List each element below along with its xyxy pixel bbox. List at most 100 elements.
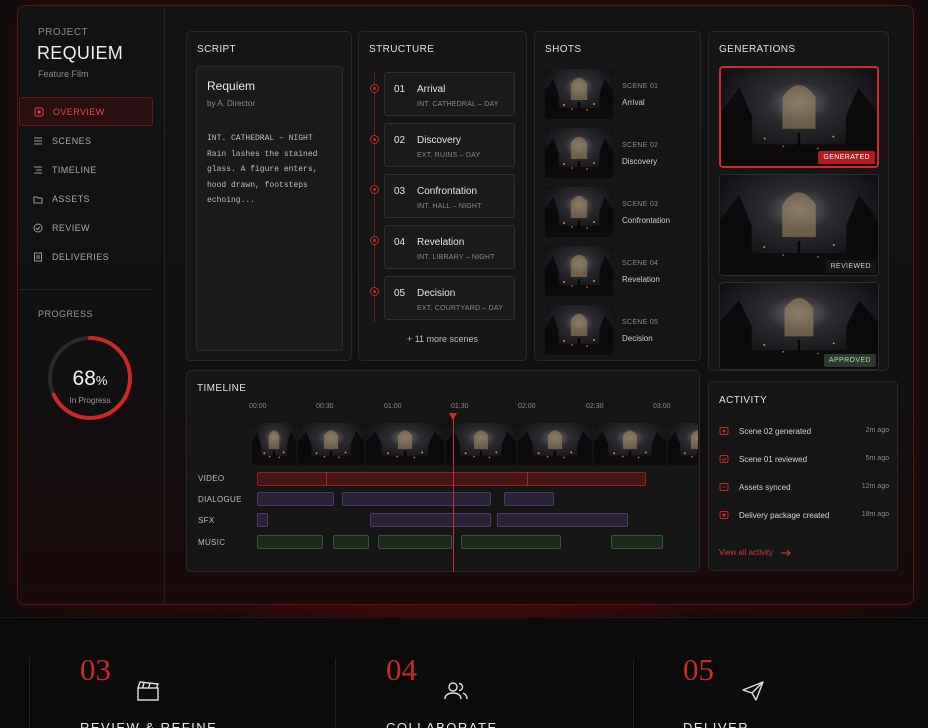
timeline-title: TIMELINE <box>197 383 247 394</box>
scene-location: INT. HALL – NIGHT <box>417 203 482 210</box>
shots-title: SHOTS <box>545 44 582 55</box>
scene-name: Decision <box>417 288 456 299</box>
scene-number: 02 <box>394 135 406 146</box>
scene-number: 05 <box>394 288 406 299</box>
cathedral-art <box>545 69 613 119</box>
link-label: View all activity <box>719 548 774 557</box>
shot-scene: SCENE 03 <box>622 201 659 208</box>
playhead-handle[interactable] <box>449 413 457 420</box>
more-scenes-link[interactable]: + 11 more scenes <box>359 334 526 344</box>
scene-card-05[interactable]: 05 Decision EXT. COURTYARD – DAY <box>384 276 515 320</box>
sidebar-item-overview[interactable]: OVERVIEW <box>19 97 153 126</box>
timeline-icon <box>33 165 43 175</box>
cathedral-art <box>518 423 592 465</box>
script-card[interactable]: Requiem by A. Director INT. CATHEDRAL – … <box>196 66 343 351</box>
assets-icon <box>33 194 43 204</box>
dialogue-clip[interactable] <box>257 492 334 506</box>
generation-card-1[interactable]: GENERATED <box>719 66 879 168</box>
sidebar-item-scenes[interactable]: SCENES <box>19 126 153 155</box>
cathedral-art <box>668 423 698 465</box>
shot-item[interactable]: SCENE 04 Revelation <box>545 246 703 298</box>
divider <box>335 658 336 728</box>
scene-marker <box>370 135 379 144</box>
script-line: echoing... <box>207 196 256 205</box>
scene-card-02[interactable]: 02 Discovery EXT. RUINS – DAY <box>384 123 515 167</box>
activity-item[interactable]: Scene 02 generated 2m ago <box>719 425 889 441</box>
scene-card-03[interactable]: 03 Confrontation INT. HALL – NIGHT <box>384 174 515 218</box>
scene-card-04[interactable]: 04 Revelation INT. LIBRARY – NIGHT <box>384 225 515 269</box>
shot-name: Decision <box>622 334 653 343</box>
filmstrip-frame <box>252 423 296 465</box>
sidebar-item-label: DELIVERIES <box>52 251 110 262</box>
progress-unit: % <box>95 373 108 388</box>
music-clip[interactable] <box>611 535 663 549</box>
playhead[interactable] <box>453 416 454 572</box>
music-clip[interactable] <box>461 535 561 549</box>
filmstrip-frame <box>446 423 516 465</box>
filmstrip[interactable] <box>252 423 698 465</box>
app-stage: PROJECT REQUIEM Feature Film OVERVIEW SC… <box>0 0 928 728</box>
sidebar-item-assets[interactable]: ASSETS <box>19 184 153 213</box>
cathedral-art <box>366 423 444 465</box>
sidebar-item-timeline[interactable]: TIMELINE <box>19 155 153 184</box>
scene-card-01[interactable]: 01 Arrival INT. CATHEDRAL – DAY <box>384 72 515 116</box>
scene-number: 04 <box>394 237 406 248</box>
dialogue-clip[interactable] <box>342 492 491 506</box>
time-tick: 02:00 <box>518 403 536 410</box>
sfx-clip[interactable] <box>370 513 491 527</box>
sfx-clip[interactable] <box>257 513 268 527</box>
shot-thumbnail <box>545 305 613 355</box>
activity-text: Assets synced <box>739 483 791 492</box>
shot-item[interactable]: SCENE 05 Decision <box>545 305 703 357</box>
status-badge: REVIEWED <box>825 260 876 273</box>
script-line: INT. CATHEDRAL – NIGHT <box>207 134 313 143</box>
scene-name: Discovery <box>417 135 461 146</box>
activity-item[interactable]: Scene 01 reviewed 5m ago <box>719 453 889 469</box>
scene-marker <box>370 84 379 93</box>
shot-thumbnail <box>545 69 613 119</box>
shot-thumbnail <box>545 187 613 237</box>
shot-item[interactable]: SCENE 03 Confrontation <box>545 187 703 239</box>
progress-label: PROGRESS <box>38 309 94 319</box>
scenes-icon <box>33 136 43 146</box>
time-tick: 00:00 <box>249 403 267 410</box>
music-clip[interactable] <box>333 535 369 549</box>
shot-scene: SCENE 01 <box>622 83 659 90</box>
sfx-clip[interactable] <box>497 513 628 527</box>
review-icon <box>719 455 729 463</box>
time-tick: 01:30 <box>451 403 469 410</box>
track-label-dialogue: DIALOGUE <box>198 495 242 504</box>
generation-card-3[interactable]: APPROVED <box>719 282 879 370</box>
script-line: Rain lashes the stained <box>207 149 318 159</box>
script-doc-title: Requiem <box>207 79 256 93</box>
divider <box>29 658 30 728</box>
shot-item[interactable]: SCENE 01 Arrival <box>545 69 703 121</box>
sidebar-item-review[interactable]: REVIEW <box>19 213 153 242</box>
scene-number: 01 <box>394 84 406 95</box>
activity-item[interactable]: Assets synced 12m ago <box>719 481 889 497</box>
sidebar-item-label: ASSETS <box>52 193 90 204</box>
sidebar-item-deliveries[interactable]: DELIVERIES <box>19 242 153 271</box>
filmstrip-frame <box>366 423 444 465</box>
cathedral-art <box>545 187 613 237</box>
filmstrip-frame <box>518 423 592 465</box>
music-clip[interactable] <box>257 535 323 549</box>
music-clip[interactable] <box>378 535 452 549</box>
view-all-activity-link[interactable]: View all activity <box>719 548 792 557</box>
activity-item[interactable]: Delivery package created 18m ago <box>719 509 889 525</box>
structure-rail <box>374 72 375 322</box>
generations-title: GENERATIONS <box>719 44 796 55</box>
sync-icon <box>719 483 729 491</box>
shot-item[interactable]: SCENE 02 Discovery <box>545 128 703 180</box>
video-clip[interactable] <box>257 472 646 486</box>
structure-title: STRUCTURE <box>369 44 435 55</box>
scene-name: Arrival <box>417 84 446 95</box>
dialogue-clip[interactable] <box>504 492 554 506</box>
cathedral-art <box>446 423 516 465</box>
shot-thumbnail <box>545 128 613 178</box>
sidebar: PROJECT REQUIEM Feature Film OVERVIEW SC… <box>17 5 165 605</box>
clip-divider <box>326 472 327 486</box>
generate-icon <box>719 427 729 435</box>
timeline-panel: TIMELINE 00:00 00:30 01:00 01:30 02:00 0… <box>186 370 700 572</box>
generation-card-2[interactable]: REVIEWED <box>719 174 879 276</box>
